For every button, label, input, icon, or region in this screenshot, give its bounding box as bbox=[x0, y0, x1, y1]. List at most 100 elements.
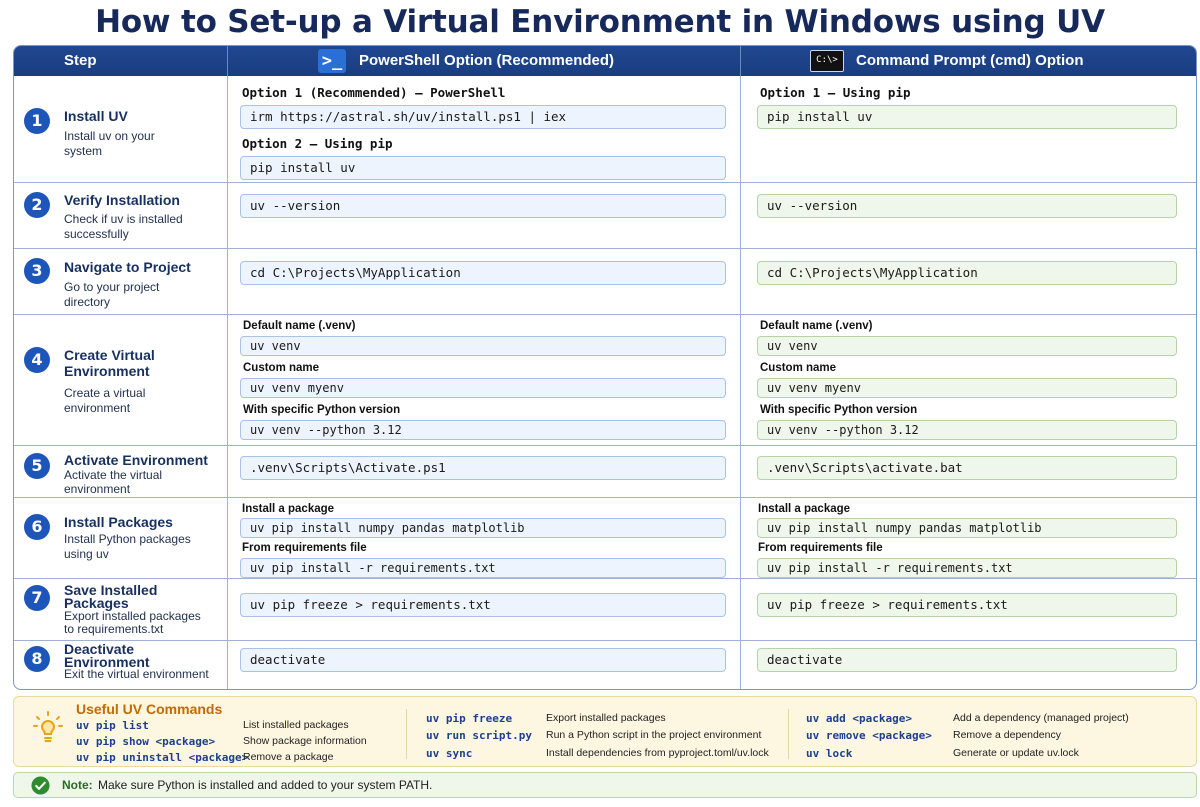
code-block[interactable]: uv --version bbox=[240, 194, 726, 218]
step-description: Install Python packages using uv bbox=[64, 532, 191, 561]
code-block[interactable]: uv pip freeze > requirements.txt bbox=[240, 593, 726, 617]
step-title: Create Virtual Environment bbox=[64, 347, 155, 379]
command-description: Remove a dependency bbox=[953, 729, 1061, 741]
option-label: From requirements file bbox=[242, 542, 367, 554]
command-name: uv remove <package> bbox=[806, 729, 932, 742]
code-block[interactable]: deactivate bbox=[757, 648, 1177, 672]
step-number-badge: 6 bbox=[24, 514, 50, 540]
code-block[interactable]: uv pip install -r requirements.txt bbox=[240, 558, 726, 578]
row-divider bbox=[14, 445, 1196, 446]
code-block[interactable]: cd C:\Projects\MyApplication bbox=[240, 261, 726, 285]
step-title: Save Installed Packages bbox=[64, 582, 158, 611]
row-divider bbox=[14, 497, 1196, 498]
note-label: Note: bbox=[62, 778, 93, 792]
note-text: Make sure Python is installed and added … bbox=[98, 778, 433, 792]
option-label: Custom name bbox=[760, 362, 837, 374]
option-label: Option 1 (Recommended) – PowerShell bbox=[242, 85, 506, 100]
divider bbox=[406, 709, 407, 759]
step-description: Exit the virtual environment bbox=[64, 667, 209, 681]
header-step: Step bbox=[64, 52, 97, 69]
code-block[interactable]: .venv\Scripts\activate.bat bbox=[757, 456, 1177, 480]
code-block[interactable]: uv venv myenv bbox=[240, 378, 726, 398]
divider bbox=[788, 709, 789, 759]
command-description: List installed packages bbox=[243, 719, 349, 731]
step-title: Verify Installation bbox=[64, 192, 180, 208]
code-block[interactable]: uv pip freeze > requirements.txt bbox=[757, 593, 1177, 617]
command-description: Export installed packages bbox=[546, 712, 666, 724]
option-label: Default name (.venv) bbox=[243, 320, 356, 332]
useful-commands-panel: Useful UV Commands uv pip list List inst… bbox=[13, 696, 1197, 767]
row-divider bbox=[14, 640, 1196, 641]
step-number-badge: 2 bbox=[24, 192, 50, 218]
code-block[interactable]: cd C:\Projects\MyApplication bbox=[757, 261, 1177, 285]
row-divider bbox=[14, 182, 1196, 183]
code-block[interactable]: uv venv --python 3.12 bbox=[757, 420, 1177, 440]
code-block[interactable]: uv venv bbox=[757, 336, 1177, 356]
command-description: Install dependencies from pyproject.toml… bbox=[546, 747, 769, 759]
step-description: Check if uv is installed successfully bbox=[64, 212, 183, 241]
code-block[interactable]: pip install uv bbox=[757, 105, 1177, 129]
step-title: Deactivate Environment bbox=[64, 641, 150, 670]
command-name: uv add <package> bbox=[806, 712, 912, 725]
code-block[interactable]: uv venv bbox=[240, 336, 726, 356]
column-divider bbox=[740, 76, 741, 689]
code-block[interactable]: uv --version bbox=[757, 194, 1177, 218]
header-powershell: PowerShell Option (Recommended) bbox=[359, 52, 615, 69]
code-block[interactable]: uv pip install numpy pandas matplotlib bbox=[757, 518, 1177, 538]
option-label: Default name (.venv) bbox=[760, 320, 873, 332]
command-description: Remove a package bbox=[243, 751, 334, 763]
powershell-icon: >_ bbox=[318, 49, 346, 73]
step-description: Install uv on your system bbox=[64, 129, 155, 158]
step-number-badge: 4 bbox=[24, 347, 50, 373]
header-divider bbox=[740, 46, 741, 76]
code-block[interactable]: irm https://astral.sh/uv/install.ps1 | i… bbox=[240, 105, 726, 129]
command-name: uv pip uninstall <package> bbox=[76, 751, 249, 764]
code-block[interactable]: .venv\Scripts\Activate.ps1 bbox=[240, 456, 726, 480]
steps-table: Step PowerShell Option (Recommended) Com… bbox=[13, 45, 1197, 690]
code-block[interactable]: uv venv --python 3.12 bbox=[240, 420, 726, 440]
command-name: uv run script.py bbox=[426, 729, 532, 742]
step-description: Export installed packages to requirement… bbox=[64, 609, 201, 636]
option-label: From requirements file bbox=[758, 542, 883, 554]
command-name: uv pip show <package> bbox=[76, 735, 216, 748]
step-description: Go to your project directory bbox=[64, 280, 160, 309]
page-title: How to Set-up a Virtual Environment in W… bbox=[95, 4, 1105, 40]
tips-title: Useful UV Commands bbox=[76, 701, 223, 717]
step-description: Create a virtual environment bbox=[64, 386, 146, 415]
option-label: Option 1 – Using pip bbox=[760, 85, 911, 100]
command-name: uv pip freeze bbox=[426, 712, 513, 725]
option-label: With specific Python version bbox=[243, 404, 401, 416]
option-label: With specific Python version bbox=[760, 404, 918, 416]
step-number-badge: 7 bbox=[24, 585, 50, 611]
code-block[interactable]: uv pip install numpy pandas matplotlib bbox=[240, 518, 726, 538]
code-block[interactable]: uv venv myenv bbox=[757, 378, 1177, 398]
step-title: Install Packages bbox=[64, 514, 173, 530]
step-number-badge: 5 bbox=[24, 453, 50, 479]
command-name: uv lock bbox=[806, 747, 853, 760]
command-description: Run a Python script in the project envir… bbox=[546, 729, 762, 741]
step-description: Activate the virtual environment bbox=[64, 468, 163, 496]
option-label: Install a package bbox=[242, 503, 335, 515]
command-description: Show package information bbox=[243, 735, 367, 747]
command-description: Generate or update uv.lock bbox=[953, 747, 1079, 759]
row-divider bbox=[14, 248, 1196, 249]
code-block[interactable]: pip install uv bbox=[240, 156, 726, 180]
code-block[interactable]: deactivate bbox=[240, 648, 726, 672]
step-title: Navigate to Project bbox=[64, 259, 191, 275]
lightbulb-icon bbox=[33, 711, 63, 742]
step-number-badge: 8 bbox=[24, 646, 50, 672]
step-title: Activate Environment bbox=[64, 452, 208, 468]
option-label: Install a package bbox=[758, 503, 851, 515]
step-number-badge: 3 bbox=[24, 258, 50, 284]
table-header: Step PowerShell Option (Recommended) Com… bbox=[14, 46, 1196, 76]
column-divider bbox=[227, 76, 228, 689]
command-description: Add a dependency (managed project) bbox=[953, 712, 1129, 724]
row-divider bbox=[14, 314, 1196, 315]
code-block[interactable]: uv pip install -r requirements.txt bbox=[757, 558, 1177, 578]
command-prompt-icon: C:\> bbox=[810, 50, 844, 72]
check-circle-icon bbox=[31, 776, 50, 795]
step-number-badge: 1 bbox=[24, 108, 50, 134]
step-title: Install UV bbox=[64, 108, 128, 124]
option-label: Custom name bbox=[243, 362, 320, 374]
command-name: uv sync bbox=[426, 747, 473, 760]
